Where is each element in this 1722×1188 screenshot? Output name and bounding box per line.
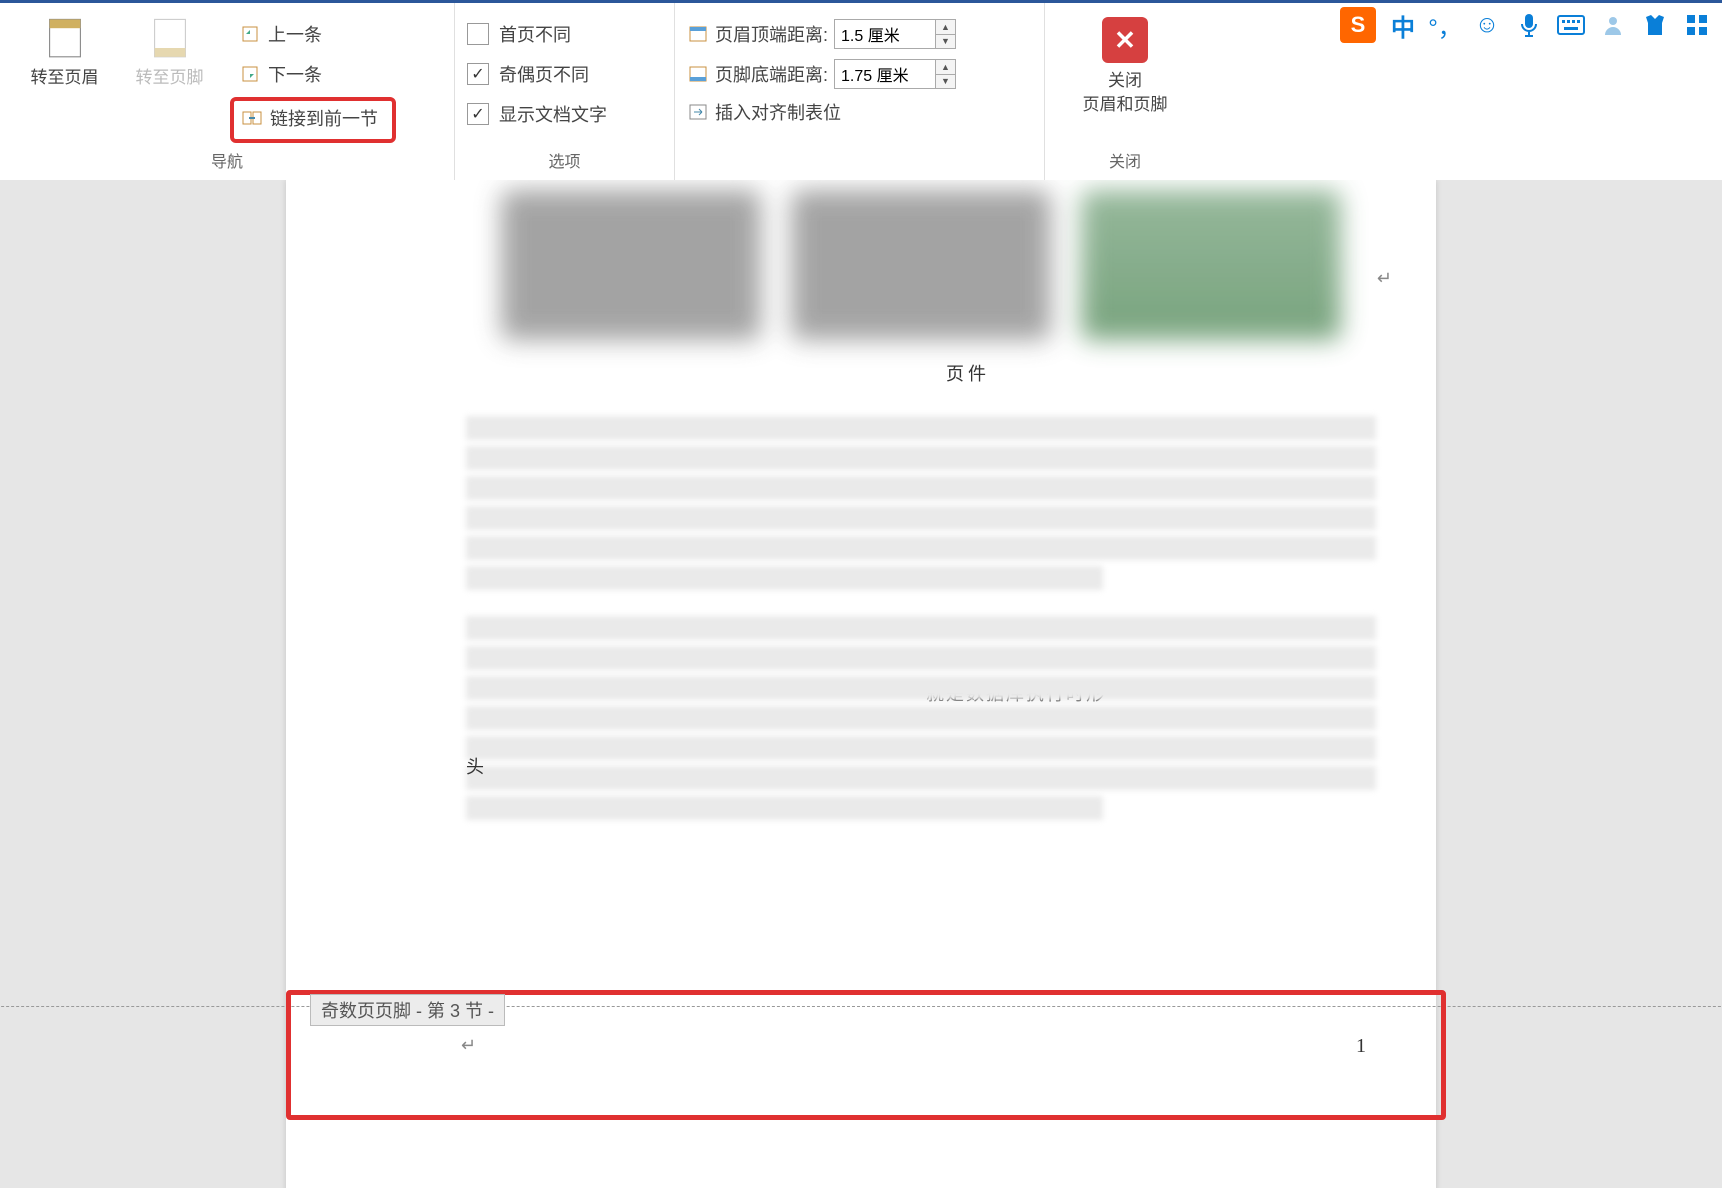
close-group-label: 关闭 bbox=[1045, 148, 1205, 172]
goto-footer-button: 转至页脚 bbox=[117, 11, 222, 92]
ribbon: 转至页眉 转至页脚 上一条 下一条 bbox=[0, 0, 1722, 180]
ime-user-button[interactable] bbox=[1598, 10, 1628, 40]
goto-footer-label: 转至页脚 bbox=[136, 63, 204, 88]
blurred-text-line bbox=[466, 796, 1103, 820]
spin-down-button[interactable]: ▼ bbox=[936, 75, 955, 89]
blurred-text-line bbox=[466, 676, 1376, 700]
tab-stop-icon bbox=[687, 103, 709, 121]
blurred-text-line bbox=[466, 706, 1376, 730]
show-doc-text-checkbox[interactable]: ✓ 显示文档文字 bbox=[467, 101, 662, 127]
goto-header-button[interactable]: 转至页眉 bbox=[12, 11, 117, 92]
header-distance-label: 页眉顶端距离: bbox=[715, 21, 828, 47]
footer-distance-label: 页脚底端距离: bbox=[715, 61, 828, 87]
spin-up-button[interactable]: ▲ bbox=[936, 20, 955, 35]
blurred-text-line bbox=[466, 446, 1376, 470]
options-group-label: 选项 bbox=[455, 148, 674, 172]
ime-keyboard-button[interactable] bbox=[1556, 10, 1586, 40]
ime-emoji-button[interactable]: ☺ bbox=[1472, 10, 1502, 40]
blurred-text-line bbox=[466, 506, 1376, 530]
link-to-previous-button[interactable]: 链接到前一节 bbox=[230, 97, 396, 143]
spin-down-button[interactable]: ▼ bbox=[936, 35, 955, 49]
diff-odd-even-label: 奇偶页不同 bbox=[499, 61, 589, 87]
body-text-fragment: 头 bbox=[466, 753, 484, 779]
previous-button[interactable]: 上一条 bbox=[230, 17, 396, 51]
checkbox-icon bbox=[467, 23, 489, 45]
ime-toolbar: S 中 °， ☺ bbox=[1330, 3, 1722, 47]
ribbon-group-navigation: 转至页眉 转至页脚 上一条 下一条 bbox=[0, 3, 455, 180]
blurred-text-line bbox=[466, 476, 1376, 500]
blurred-text-line bbox=[466, 566, 1103, 590]
blurred-text-line bbox=[466, 416, 1376, 440]
insert-alignment-tab-button[interactable]: 插入对齐制表位 bbox=[715, 99, 841, 125]
spin-up-button[interactable]: ▲ bbox=[936, 60, 955, 75]
blurred-image bbox=[501, 190, 761, 340]
previous-label: 上一条 bbox=[268, 21, 322, 47]
close-icon: ✕ bbox=[1102, 17, 1148, 63]
next-label: 下一条 bbox=[268, 61, 322, 87]
page-body: ↵ 页件 就是数据库执行时形 头 bbox=[286, 180, 1436, 820]
header-distance-spinner[interactable]: ▲ ▼ bbox=[834, 19, 956, 49]
footer-cursor-mark: ↵ bbox=[461, 1035, 476, 1056]
close-label-line2: 页眉和页脚 bbox=[1083, 95, 1168, 114]
page-header-icon bbox=[41, 15, 89, 59]
link-to-previous-label: 链接到前一节 bbox=[270, 105, 378, 131]
footer-distance-icon bbox=[687, 65, 709, 83]
previous-icon bbox=[240, 24, 260, 44]
diff-first-page-label: 首页不同 bbox=[499, 21, 571, 47]
ime-toolbox-button[interactable] bbox=[1682, 10, 1712, 40]
link-icon bbox=[242, 108, 262, 128]
page-footer-icon bbox=[146, 15, 194, 59]
checkbox-icon: ✓ bbox=[467, 103, 489, 125]
checkbox-icon: ✓ bbox=[467, 63, 489, 85]
ime-voice-button[interactable] bbox=[1514, 10, 1544, 40]
close-header-footer-button[interactable]: ✕ 关闭 页眉和页脚 bbox=[1083, 11, 1168, 117]
blurred-text-line bbox=[466, 736, 1376, 760]
goto-header-label: 转至页眉 bbox=[31, 63, 99, 88]
blurred-image bbox=[1081, 190, 1341, 340]
document-area: ↵ 页件 就是数据库执行时形 头 奇数页页脚 - 第 3 节 - ↵ 1 bbox=[0, 180, 1722, 1188]
ime-language-button[interactable]: 中 bbox=[1388, 10, 1418, 40]
footer-distance-spinner[interactable]: ▲ ▼ bbox=[834, 59, 956, 89]
show-doc-text-label: 显示文档文字 bbox=[499, 101, 607, 127]
footer-section-tag: 奇数页页脚 - 第 3 节 - bbox=[310, 994, 505, 1026]
ime-punctuation-button[interactable]: °， bbox=[1430, 10, 1460, 40]
sogou-logo-icon[interactable]: S bbox=[1340, 7, 1376, 43]
paragraph-mark-icon: ↵ bbox=[1377, 268, 1392, 289]
document-page[interactable]: ↵ 页件 就是数据库执行时形 头 奇数页页脚 - 第 3 节 - ↵ 1 bbox=[286, 180, 1436, 1188]
header-distance-input[interactable] bbox=[835, 20, 935, 48]
next-button[interactable]: 下一条 bbox=[230, 57, 396, 91]
blurred-text-line bbox=[466, 536, 1376, 560]
footer-distance-input[interactable] bbox=[835, 60, 935, 88]
nav-group-label: 导航 bbox=[0, 148, 454, 172]
ime-skin-button[interactable] bbox=[1640, 10, 1670, 40]
diff-odd-even-checkbox[interactable]: ✓ 奇偶页不同 bbox=[467, 61, 662, 87]
close-label-line1: 关闭 bbox=[1108, 71, 1142, 90]
blurred-text-line bbox=[466, 646, 1376, 670]
blurred-image bbox=[791, 190, 1051, 340]
diff-first-page-checkbox[interactable]: 首页不同 bbox=[467, 21, 662, 47]
body-text-fragment: 页件 bbox=[946, 360, 990, 386]
ribbon-group-close: ✕ 关闭 页眉和页脚 关闭 bbox=[1045, 3, 1205, 180]
ribbon-group-options: 首页不同 ✓ 奇偶页不同 ✓ 显示文档文字 选项 bbox=[455, 3, 675, 180]
blurred-text-line bbox=[466, 766, 1376, 790]
page-number[interactable]: 1 bbox=[1356, 1035, 1366, 1058]
next-icon bbox=[240, 64, 260, 84]
ribbon-group-position: 页眉顶端距离: ▲ ▼ 页脚底端距离: ▲ bbox=[675, 3, 1045, 180]
header-distance-icon bbox=[687, 25, 709, 43]
blurred-text-line bbox=[466, 616, 1376, 640]
